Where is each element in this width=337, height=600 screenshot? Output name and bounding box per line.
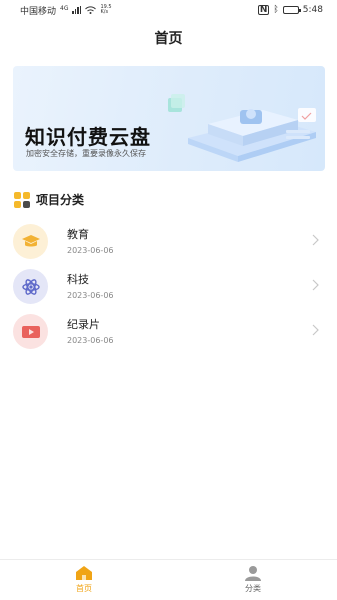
tab-label: 分类 [245,584,261,593]
speed-unit: K/s [100,9,109,15]
atom-icon [21,278,40,295]
tab-label: 首页 [76,584,92,593]
grid-icon [14,191,30,208]
item-date: 2023-06-06 [67,246,114,255]
banner[interactable]: 知识付费云盘 加密安全存储，重要录像永久保存 [13,66,325,171]
chevron-right-icon [312,324,319,336]
list-item-technology[interactable]: 科技 2023-06-06 [0,267,337,309]
cloud-storage-illustration [168,94,316,162]
item-name: 科技 [67,273,89,286]
item-name: 教育 [67,228,89,241]
video-icon [21,325,40,338]
section-header: 项目分类 [14,191,84,208]
clock: 5:48 [302,5,323,15]
list-item-education[interactable]: 教育 2023-06-06 [0,222,337,264]
chevron-right-icon [312,279,319,291]
documentary-icon-circle [13,314,48,349]
wifi-icon [85,6,97,14]
education-icon-circle [13,224,48,259]
tab-home[interactable]: 首页 [54,565,114,594]
chevron-right-icon [312,234,319,246]
section-title: 项目分类 [36,193,85,207]
item-date: 2023-06-06 [67,336,114,345]
home-icon [76,566,92,580]
nfc-icon: N [257,5,270,15]
battery-icon [282,6,301,14]
bluetooth-icon: ᛒ [273,5,279,15]
signal-icon [72,6,82,14]
item-name: 纪录片 [67,318,100,331]
technology-icon-circle [13,269,48,304]
network-speed: 19.5 K/s [100,5,111,15]
banner-subtitle: 加密安全存储，重要录像永久保存 [26,149,146,158]
status-bar: 中国移动 4G 19.5 K/s N ᛒ 5:48 [0,0,337,20]
network-label: 4G [60,4,69,12]
tab-bar: 首页 分类 [0,559,337,600]
graduation-cap-icon [21,234,40,246]
carrier-label: 中国移动 [20,6,57,17]
item-date: 2023-06-06 [67,291,114,300]
list-item-documentary[interactable]: 纪录片 2023-06-06 [0,312,337,354]
status-right: N ᛒ 5:48 [257,5,323,15]
user-icon [245,566,261,581]
page-title: 首页 [154,31,183,47]
status-left: 中国移动 4G 19.5 K/s [20,4,112,17]
banner-title: 知识付费云盘 [25,125,151,149]
tab-category[interactable]: 分类 [223,565,283,594]
